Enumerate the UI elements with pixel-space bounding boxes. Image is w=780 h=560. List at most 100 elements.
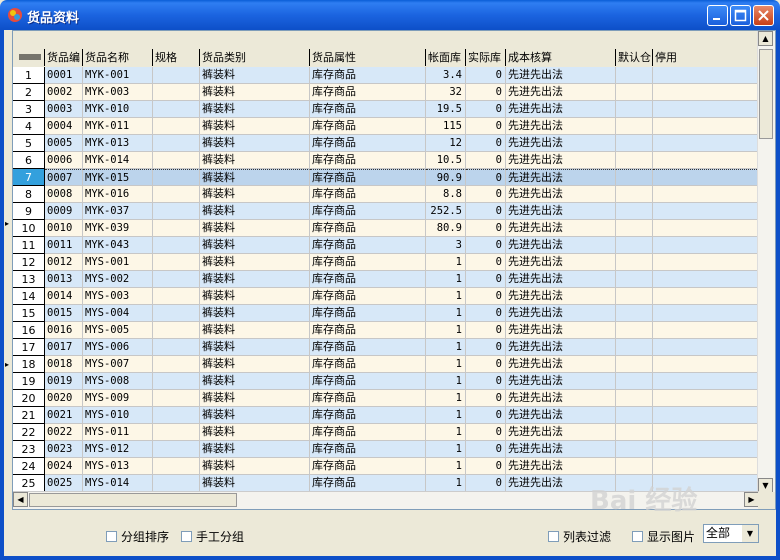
table-cell[interactable]: 先进先出法 xyxy=(506,186,616,203)
table-cell[interactable] xyxy=(153,305,200,322)
table-cell[interactable]: 0 xyxy=(466,322,506,339)
scroll-left-button[interactable]: ◀ xyxy=(13,492,28,507)
table-cell[interactable] xyxy=(616,441,653,458)
table-cell[interactable] xyxy=(653,237,759,254)
table-cell[interactable]: 库存商品 xyxy=(310,254,426,271)
row-number[interactable]: 24 xyxy=(13,458,45,475)
table-cell[interactable]: 0 xyxy=(466,152,506,169)
table-cell[interactable]: 先进先出法 xyxy=(506,322,616,339)
horizontal-scroll-thumb[interactable] xyxy=(29,493,237,507)
table-cell[interactable]: 库存商品 xyxy=(310,101,426,118)
table-cell[interactable]: 裤装料 xyxy=(200,356,310,373)
table-cell[interactable] xyxy=(653,169,759,186)
table-cell[interactable] xyxy=(153,288,200,305)
table-cell[interactable]: MYS-009 xyxy=(83,390,153,407)
table-cell[interactable]: 0 xyxy=(466,220,506,237)
table-cell[interactable]: MYK-015 xyxy=(83,169,153,186)
maximize-button[interactable] xyxy=(730,5,751,26)
table-cell[interactable] xyxy=(653,390,759,407)
table-cell[interactable]: 0 xyxy=(466,373,506,390)
table-cell[interactable]: 1 xyxy=(426,356,466,373)
table-cell[interactable] xyxy=(153,67,200,84)
table-row[interactable]: 12 0012 MYS-001 裤装料 库存商品 1 0 先进先出法 xyxy=(13,254,759,271)
table-cell[interactable]: 0018 xyxy=(45,356,83,373)
table-cell[interactable]: 裤装料 xyxy=(200,407,310,424)
table-cell[interactable] xyxy=(653,424,759,441)
table-cell[interactable]: 先进先出法 xyxy=(506,407,616,424)
table-cell[interactable]: 先进先出法 xyxy=(506,237,616,254)
table-cell[interactable]: MYS-006 xyxy=(83,339,153,356)
scroll-right-button[interactable]: ▶ xyxy=(744,492,759,507)
table-cell[interactable]: 1 xyxy=(426,373,466,390)
table-cell[interactable]: 3.4 xyxy=(426,67,466,84)
row-number[interactable]: 18 xyxy=(13,356,45,373)
table-cell[interactable]: 0 xyxy=(466,237,506,254)
table-cell[interactable]: 0 xyxy=(466,424,506,441)
table-cell[interactable] xyxy=(616,203,653,220)
checkbox-box[interactable] xyxy=(181,531,192,542)
table-cell[interactable]: 裤装料 xyxy=(200,152,310,169)
table-cell[interactable] xyxy=(153,118,200,135)
table-cell[interactable]: 裤装料 xyxy=(200,288,310,305)
row-number[interactable]: 5 xyxy=(13,135,45,152)
table-cell[interactable]: 0012 xyxy=(45,254,83,271)
table-cell[interactable] xyxy=(653,356,759,373)
table-cell[interactable] xyxy=(153,407,200,424)
table-cell[interactable] xyxy=(616,169,653,186)
table-cell[interactable]: 库存商品 xyxy=(310,84,426,101)
table-cell[interactable]: 115 xyxy=(426,118,466,135)
table-cell[interactable]: 1 xyxy=(426,441,466,458)
table-cell[interactable] xyxy=(653,152,759,169)
table-cell[interactable]: MYK-003 xyxy=(83,84,153,101)
table-cell[interactable]: 先进先出法 xyxy=(506,305,616,322)
table-cell[interactable]: MYS-014 xyxy=(83,475,153,492)
table-cell[interactable]: 0009 xyxy=(45,203,83,220)
table-cell[interactable]: 裤装料 xyxy=(200,237,310,254)
table-cell[interactable]: MYK-043 xyxy=(83,237,153,254)
table-cell[interactable]: 1 xyxy=(426,322,466,339)
table-cell[interactable]: 先进先出法 xyxy=(506,271,616,288)
table-cell[interactable]: 0 xyxy=(466,288,506,305)
table-cell[interactable] xyxy=(153,152,200,169)
table-cell[interactable] xyxy=(616,152,653,169)
table-row[interactable]: 1 0001 MYK-001 裤装料 库存商品 3.4 0 先进先出法 xyxy=(13,67,759,84)
table-cell[interactable] xyxy=(153,373,200,390)
table-cell[interactable]: MYS-001 xyxy=(83,254,153,271)
table-cell[interactable]: 库存商品 xyxy=(310,135,426,152)
table-cell[interactable] xyxy=(616,118,653,135)
table-cell[interactable] xyxy=(653,203,759,220)
table-cell[interactable]: 0017 xyxy=(45,339,83,356)
table-cell[interactable]: 库存商品 xyxy=(310,152,426,169)
table-cell[interactable]: 1 xyxy=(426,475,466,492)
table-cell[interactable]: 1 xyxy=(426,254,466,271)
table-cell[interactable] xyxy=(153,390,200,407)
checkbox-box[interactable] xyxy=(632,531,643,542)
table-cell[interactable]: MYS-005 xyxy=(83,322,153,339)
table-cell[interactable]: MYS-002 xyxy=(83,271,153,288)
table-cell[interactable]: 库存商品 xyxy=(310,186,426,203)
table-cell[interactable]: 先进先出法 xyxy=(506,339,616,356)
table-cell[interactable] xyxy=(616,67,653,84)
row-number[interactable]: 23 xyxy=(13,441,45,458)
table-cell[interactable]: 库存商品 xyxy=(310,356,426,373)
table-cell[interactable]: 先进先出法 xyxy=(506,424,616,441)
column-header-1[interactable]: 货品名称 xyxy=(83,49,153,66)
table-cell[interactable]: MYS-008 xyxy=(83,373,153,390)
table-cell[interactable]: 0007 xyxy=(45,169,83,186)
table-cell[interactable] xyxy=(616,390,653,407)
table-cell[interactable]: 0 xyxy=(466,407,506,424)
table-row[interactable]: 5 0005 MYK-013 裤装料 库存商品 12 0 先进先出法 xyxy=(13,135,759,152)
table-cell[interactable]: 裤装料 xyxy=(200,169,310,186)
table-row[interactable]: 20 0020 MYS-009 裤装料 库存商品 1 0 先进先出法 xyxy=(13,390,759,407)
table-cell[interactable]: 裤装料 xyxy=(200,203,310,220)
table-row[interactable]: 14 0014 MYS-003 裤装料 库存商品 1 0 先进先出法 xyxy=(13,288,759,305)
table-row[interactable]: 10 0010 MYK-039 裤装料 库存商品 80.9 0 先进先出法 xyxy=(13,220,759,237)
table-cell[interactable]: 库存商品 xyxy=(310,271,426,288)
table-cell[interactable] xyxy=(153,441,200,458)
table-cell[interactable]: 裤装料 xyxy=(200,339,310,356)
filter-select[interactable]: 全部 ▼ xyxy=(703,524,759,543)
row-number[interactable]: 11 xyxy=(13,237,45,254)
table-cell[interactable]: 裤装料 xyxy=(200,390,310,407)
table-cell[interactable] xyxy=(616,373,653,390)
table-cell[interactable]: 库存商品 xyxy=(310,322,426,339)
